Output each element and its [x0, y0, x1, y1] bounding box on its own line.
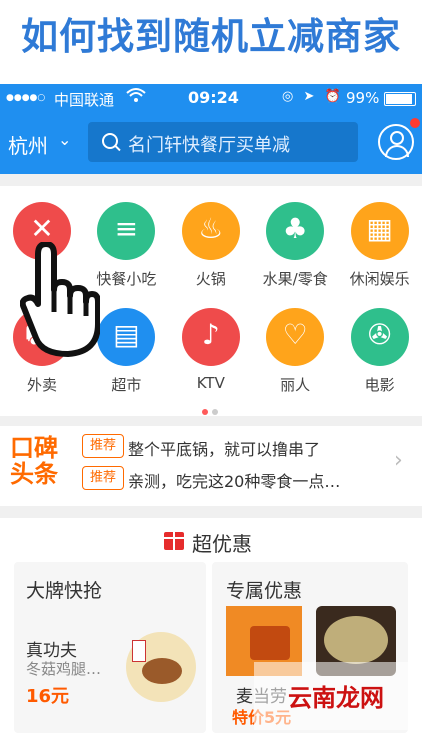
card-title: 专属优惠: [226, 580, 303, 602]
battery-fill: [386, 94, 412, 104]
battery-percentage: 99%: [346, 89, 380, 107]
recommend-tag: 推荐: [82, 434, 124, 458]
chevron-down-icon[interactable]: ⌄: [58, 130, 71, 149]
dish-shape: [324, 616, 388, 664]
burger-icon: ≡: [97, 202, 156, 260]
beauty-icon: ♡: [266, 308, 325, 366]
hand-pointer-icon: [20, 242, 100, 357]
deal-price: 16元: [26, 686, 70, 707]
banner-title: 如何找到随机立减商家: [21, 15, 401, 58]
dish-shape: [250, 626, 290, 660]
nav-bar: 杭州 ⌄ 名门轩快餐厅买单减: [0, 112, 422, 174]
status-bar: ●●●●○ 中国联通 09:24 ◎ ➤ ⏰ 99%: [0, 84, 422, 112]
category-beauty[interactable]: ♡ 丽人: [253, 308, 337, 408]
headline-item[interactable]: 整个平底锅，就可以撸串了: [128, 436, 320, 460]
icon-glyph: ▤: [113, 318, 140, 351]
microphone-icon: ♪: [181, 308, 240, 366]
koubei-logo: 口碑 头条: [10, 435, 70, 487]
avatar-button[interactable]: [378, 124, 414, 160]
battery-icon: [384, 92, 416, 106]
hotpot-icon: ♨: [181, 202, 240, 260]
koubei-logo-line1: 口碑: [10, 434, 58, 462]
user-icon-head: [390, 131, 404, 145]
headline-item[interactable]: 亲测，吃完这20种零食一点…: [128, 468, 340, 492]
icon-glyph: ♨: [198, 212, 224, 245]
page-dot: [202, 409, 208, 415]
page-dot: [212, 409, 218, 415]
dish-shape: [142, 658, 182, 684]
category-microphone[interactable]: ♪ KTV: [169, 308, 253, 408]
watermark: 云南龙网: [288, 684, 384, 712]
icon-glyph: ▦: [366, 212, 393, 245]
carrier-label: 中国联通: [54, 91, 115, 109]
category-label: 水果/零食: [262, 270, 328, 288]
category-label: 休闲娱乐: [349, 270, 410, 288]
category-label: 丽人: [280, 376, 311, 394]
status-time: 09:24: [188, 88, 239, 107]
search-input[interactable]: 名门轩快餐厅买单减: [88, 122, 358, 162]
category-cherry[interactable]: ♣ 水果/零食: [253, 202, 337, 302]
chevron-right-icon[interactable]: ›: [394, 448, 403, 473]
category-label: 外卖: [26, 376, 57, 394]
title-banner: 如何找到随机立减商家: [0, 0, 422, 84]
icon-glyph: ✕: [30, 212, 54, 245]
deals-title: 超优惠: [192, 532, 252, 556]
category-gameboy[interactable]: ▦ 休闲娱乐: [338, 202, 422, 302]
icon-glyph: ✇: [367, 318, 392, 351]
category-label: KTV: [196, 374, 225, 392]
category-hotpot[interactable]: ♨ 火锅: [169, 202, 253, 302]
item-name: 冬菇鸡腿…: [26, 660, 102, 678]
status-icons: ◎ ➤ ⏰: [282, 89, 344, 104]
search-icon-handle: [114, 144, 121, 152]
search-placeholder: 名门轩快餐厅买单减: [128, 135, 290, 156]
wifi-icon: [126, 87, 146, 107]
category-film[interactable]: ✇ 电影: [338, 308, 422, 408]
notification-dot: [410, 118, 420, 128]
gameboy-icon: ▦: [350, 202, 409, 260]
section-divider: [0, 506, 422, 518]
icon-glyph: ≡: [114, 212, 139, 245]
user-icon-body: [385, 145, 409, 157]
recommend-tag: 推荐: [82, 466, 124, 490]
cup-shape: [132, 640, 146, 662]
category-label: 超市: [111, 376, 142, 394]
section-divider: [0, 416, 422, 426]
cherry-icon: ♣: [266, 202, 325, 260]
category-label: 电影: [364, 376, 395, 394]
icon-glyph: ♡: [282, 318, 308, 351]
food-image: [126, 632, 196, 702]
category-label: 火锅: [195, 270, 226, 288]
film-icon: ✇: [350, 308, 409, 366]
icon-glyph: ♣: [282, 212, 308, 245]
basket-icon: ▤: [97, 308, 156, 366]
signal-icon: ●●●●○: [6, 93, 46, 103]
brand-deal-card[interactable]: 大牌快抢 真功夫 冬菇鸡腿… 16元: [14, 562, 206, 733]
card-title: 大牌快抢: [26, 580, 103, 602]
icon-glyph: ♪: [201, 318, 220, 351]
section-divider: [0, 174, 422, 186]
koubei-logo-line2: 头条: [10, 460, 58, 488]
city-selector[interactable]: 杭州: [8, 130, 48, 159]
